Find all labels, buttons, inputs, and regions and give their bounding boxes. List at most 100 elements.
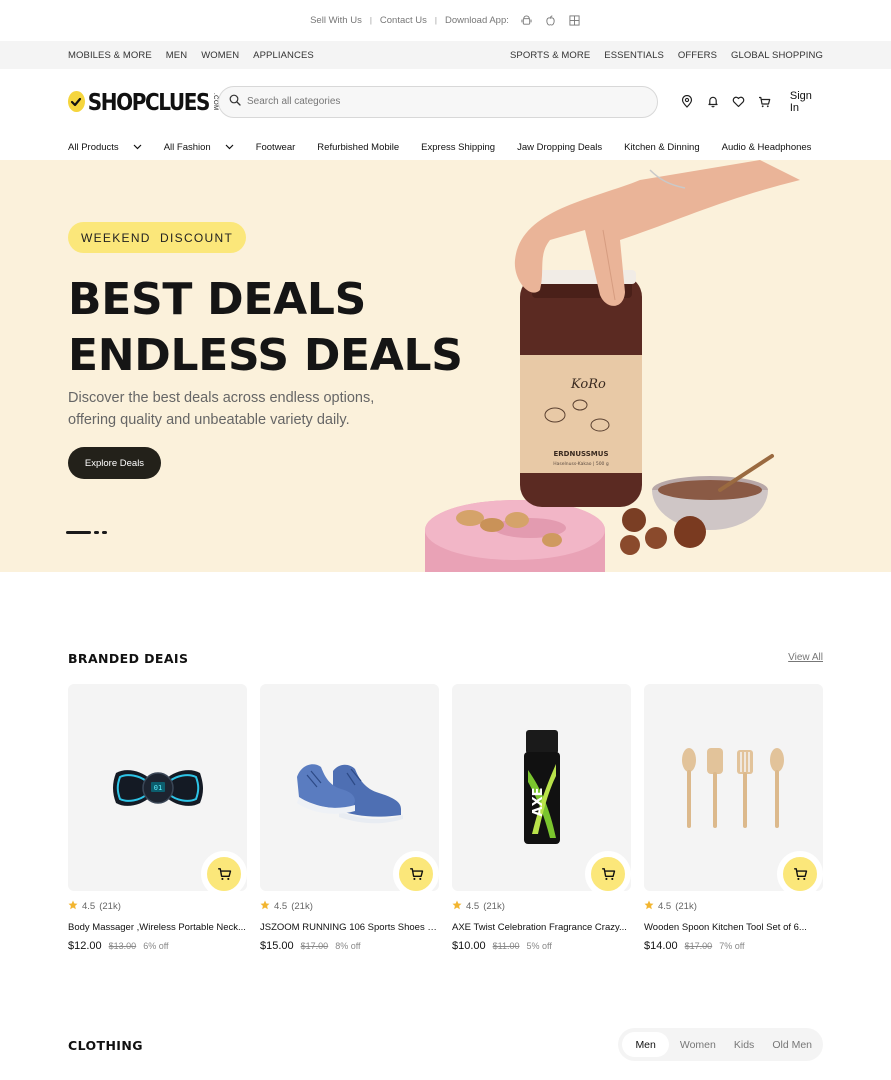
shopclues-logo[interactable]: SHOPCLUES .COM bbox=[68, 87, 218, 116]
hero-desc-line2: offering quality and unbeatable variety … bbox=[68, 412, 350, 428]
wooden-spoons-image bbox=[681, 747, 784, 828]
carousel-dot-active[interactable] bbox=[66, 531, 91, 534]
product-list: 01 4.5 (21k) Body Massager ,Wireless Por… bbox=[68, 684, 823, 952]
hero-title: BEST DEALS ENDLESS DEALS bbox=[68, 272, 463, 384]
product-name[interactable]: Body Massager ,Wireless Portable Neck... bbox=[68, 922, 247, 933]
nav-label: Express Shipping bbox=[421, 141, 496, 153]
check-icon bbox=[68, 91, 85, 112]
logo-text: SHOPCLUES bbox=[87, 87, 211, 116]
sell-with-us-link[interactable]: Sell With Us bbox=[310, 15, 362, 26]
product-card[interactable]: AXE 4.5 (21k) AXE Twist Celebration Frag… bbox=[452, 684, 631, 952]
tab-old-men[interactable]: Old Men bbox=[765, 1032, 819, 1057]
apple-icon[interactable] bbox=[545, 15, 557, 27]
product-image[interactable] bbox=[644, 684, 823, 897]
nav-jaw-dropping-deals[interactable]: Jaw Dropping Deals bbox=[517, 142, 602, 153]
discount-percent: 7% off bbox=[719, 941, 745, 951]
category-women[interactable]: WOMEN bbox=[201, 50, 239, 61]
tab-kids[interactable]: Kids bbox=[727, 1032, 761, 1057]
review-count: (21k) bbox=[99, 901, 121, 912]
bell-icon[interactable] bbox=[706, 95, 720, 109]
deodorant-can-image: AXE bbox=[523, 729, 560, 844]
carousel-indicator[interactable] bbox=[66, 531, 107, 534]
clothing-title: CLOTHING bbox=[68, 1038, 143, 1053]
nav-label: Footwear bbox=[255, 141, 296, 153]
heart-icon[interactable] bbox=[732, 95, 746, 109]
original-price: $11.00 bbox=[492, 941, 520, 951]
review-count: (21k) bbox=[483, 901, 505, 912]
search-icon bbox=[229, 93, 241, 111]
rating-value: 4.5 bbox=[274, 901, 288, 912]
nav-audio-headphones[interactable]: Audio & Headphones bbox=[722, 142, 812, 153]
category-appliances[interactable]: APPLIANCES bbox=[253, 50, 314, 61]
product-card[interactable]: 4.5 (21k) JSZOOM RUNNING 106 Sports Shoe… bbox=[260, 684, 439, 952]
nav-all-products[interactable]: All Products bbox=[68, 142, 142, 153]
jar-sub-label: Haselnuss-Kakao | 500 g bbox=[553, 461, 609, 467]
original-price: $17.00 bbox=[300, 941, 329, 951]
review-count: (21k) bbox=[291, 901, 313, 912]
nav-kitchen-dinning[interactable]: Kitchen & Dinning bbox=[624, 142, 700, 153]
jar-label: ERDNUSSMUS bbox=[554, 450, 609, 458]
product-price: $12.00 bbox=[68, 940, 102, 952]
sign-in-link[interactable]: Sign In bbox=[790, 90, 823, 114]
body-massager-image: 01 bbox=[112, 769, 203, 806]
product-image[interactable]: 01 bbox=[68, 684, 247, 897]
main-nav: All Products All Fashion Footwear Refurb… bbox=[0, 134, 891, 160]
carousel-dot[interactable] bbox=[102, 531, 107, 534]
category-essentials[interactable]: ESSENTIALS bbox=[604, 50, 664, 61]
discount-percent: 8% off bbox=[335, 941, 361, 951]
hero-title-line2: ENDLESS DEALS bbox=[68, 330, 463, 381]
windows-icon[interactable] bbox=[569, 15, 581, 27]
cart-icon bbox=[793, 868, 807, 880]
carousel-dot[interactable] bbox=[94, 531, 99, 534]
category-mobiles[interactable]: MOBILES & MORE bbox=[68, 50, 152, 61]
product-name[interactable]: JSZOOM RUNNING 106 Sports Shoes for.. bbox=[260, 922, 439, 933]
contact-us-link[interactable]: Contact Us bbox=[380, 15, 427, 26]
nav-footwear[interactable]: Footwear bbox=[256, 142, 296, 153]
chevron-down-icon bbox=[225, 142, 234, 153]
product-card[interactable]: 01 4.5 (21k) Body Massager ,Wireless Por… bbox=[68, 684, 247, 952]
nav-express-shipping[interactable]: Express Shipping bbox=[421, 142, 495, 153]
search-input[interactable] bbox=[247, 96, 647, 107]
price-row: $10.00 $11.00 5% off bbox=[452, 940, 631, 952]
download-app-label: Download App: bbox=[444, 15, 509, 26]
product-image[interactable]: AXE bbox=[452, 684, 631, 897]
location-pin-icon[interactable] bbox=[680, 95, 694, 109]
product-price: $10.00 bbox=[452, 940, 486, 952]
explore-deals-button[interactable]: Explore Deals bbox=[68, 447, 161, 479]
nav-label: Refurbished Mobile bbox=[317, 141, 400, 153]
jar-brand: KoRo bbox=[570, 377, 606, 392]
add-to-cart-button[interactable] bbox=[777, 851, 823, 897]
search-bar[interactable] bbox=[218, 85, 658, 118]
separator: | bbox=[369, 16, 372, 25]
nav-all-fashion[interactable]: All Fashion bbox=[164, 142, 234, 153]
add-to-cart-button[interactable] bbox=[393, 851, 439, 897]
hero-desc-line1: Discover the best deals across endless o… bbox=[68, 390, 375, 406]
category-offers[interactable]: OFFERS bbox=[678, 50, 717, 61]
cart-icon bbox=[601, 868, 615, 880]
category-global-shopping[interactable]: GLOBAL SHOPPING bbox=[731, 50, 823, 61]
star-icon bbox=[260, 900, 270, 913]
add-to-cart-button[interactable] bbox=[585, 851, 631, 897]
category-sports[interactable]: SPORTS & MORE bbox=[510, 50, 590, 61]
tab-women[interactable]: Women bbox=[673, 1032, 723, 1057]
star-icon bbox=[452, 900, 462, 913]
branded-deals-title: BRANDED DEAIS bbox=[68, 651, 189, 666]
product-name[interactable]: Wooden Spoon Kitchen Tool Set of 6... bbox=[644, 922, 823, 933]
product-card[interactable]: 4.5 (21k) Wooden Spoon Kitchen Tool Set … bbox=[644, 684, 823, 952]
product-image[interactable] bbox=[260, 684, 439, 897]
tab-men[interactable]: Men bbox=[622, 1032, 669, 1057]
add-to-cart-button[interactable] bbox=[201, 851, 247, 897]
nav-label: Jaw Dropping Deals bbox=[517, 141, 603, 153]
cart-icon bbox=[217, 868, 231, 880]
original-price: $13.00 bbox=[108, 941, 137, 951]
main-header: SHOPCLUES .COM Sign In bbox=[0, 69, 891, 134]
android-icon[interactable] bbox=[521, 15, 533, 27]
product-name[interactable]: AXE Twist Celebration Fragrance Crazy... bbox=[452, 922, 631, 933]
cart-icon[interactable] bbox=[758, 95, 772, 109]
hero-title-line1: BEST DEALS bbox=[68, 274, 366, 325]
nav-refurbished-mobile[interactable]: Refurbished Mobile bbox=[317, 142, 399, 153]
hero-banner: WEEKEND DISCOUNT BEST DEALS ENDLESS DEAL… bbox=[0, 160, 891, 572]
view-all-link[interactable]: View All bbox=[788, 652, 823, 663]
discount-percent: 6% off bbox=[143, 941, 169, 951]
category-men[interactable]: MEN bbox=[166, 50, 187, 61]
